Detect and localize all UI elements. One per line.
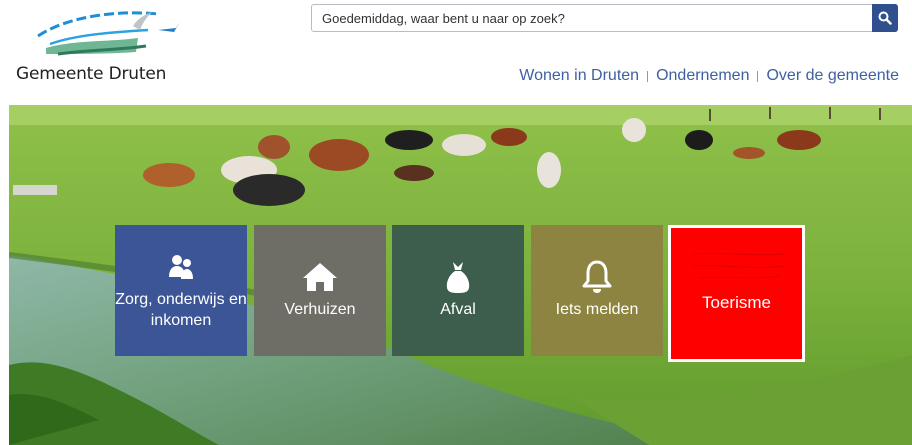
trash-bag-icon (446, 262, 470, 293)
tile-afval[interactable]: Afval (392, 225, 524, 356)
tile-label: Verhuizen (284, 301, 356, 318)
decorative-lines (692, 252, 786, 279)
nav-item-ondernemen[interactable]: Ondernemen (656, 67, 749, 85)
bell-icon (582, 260, 612, 293)
search-input[interactable] (312, 5, 872, 31)
tile-verhuizen[interactable]: Verhuizen (254, 225, 386, 356)
home-icon (303, 263, 337, 291)
nav-separator (647, 70, 649, 82)
tile-zorg-onderwijs-inkomen[interactable]: Zorg, onderwijs en inkomen (115, 225, 247, 356)
nav-item-wonen[interactable]: Wonen in Druten (519, 67, 639, 85)
main-nav: Wonen in Druten Ondernemen Over de gemee… (519, 67, 899, 85)
tile-label: Iets melden (555, 301, 639, 318)
search-button[interactable] (872, 4, 898, 32)
logo-mark (37, 11, 180, 56)
people-icon (169, 254, 193, 279)
tile-label: Toerisme (702, 293, 771, 312)
search-icon (878, 11, 892, 25)
site-logo[interactable]: Gemeente Druten (14, 8, 180, 88)
nav-separator (757, 70, 759, 82)
tile-toerisme[interactable]: Toerisme (668, 225, 805, 362)
tile-iets-melden[interactable]: Iets melden (531, 225, 663, 356)
search-bar (311, 4, 898, 32)
tile-label: Zorg, onderwijs en inkomen (115, 290, 247, 329)
logo-text: Gemeente Druten (16, 64, 167, 84)
nav-item-over-de-gemeente[interactable]: Over de gemeente (766, 67, 899, 85)
tile-label: Afval (440, 301, 476, 318)
